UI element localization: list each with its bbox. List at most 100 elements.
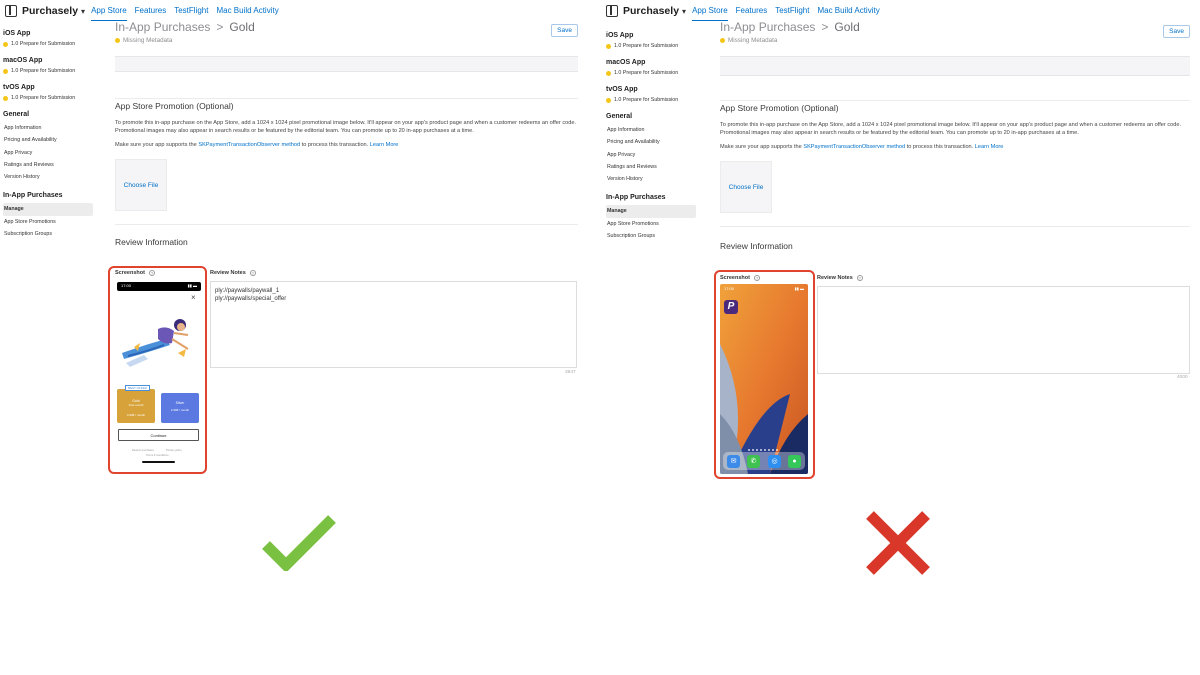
sidebar-heading-ios: iOS App: [606, 32, 634, 39]
sidebar-item-pricing[interactable]: Pricing and Availability: [606, 136, 696, 148]
status-dot-icon: [3, 41, 8, 47]
app-switcher-name[interactable]: Purchasely: [623, 5, 679, 17]
sidebar-item-tvos-version[interactable]: 1.0 Prepare for Submission: [606, 97, 696, 103]
sidebar-item-ios-version[interactable]: 1.0 Prepare for Submission: [3, 41, 93, 47]
breadcrumb-parent[interactable]: In-App Purchases: [115, 20, 210, 34]
sidebar-item-app-store-promotions[interactable]: App Store Promotions: [3, 216, 93, 228]
promotion-description: To promote this in-app purchase on the A…: [115, 120, 577, 134]
screenshot-highlight-frame: [108, 266, 207, 474]
sidebar-item-app-information[interactable]: App Information: [3, 122, 93, 134]
support-suffix: to process this transaction.: [906, 144, 974, 150]
choose-file-button[interactable]: Choose File: [720, 161, 772, 213]
status-dot-icon: [720, 38, 725, 43]
sidebar-item-subscription-groups[interactable]: Subscription Groups: [3, 228, 93, 240]
cross-mark-icon: [866, 511, 930, 575]
help-icon[interactable]: ?: [856, 275, 863, 281]
sidebar-item-version-history[interactable]: Version History: [606, 173, 696, 185]
divider: [115, 98, 578, 99]
sidebar-item-label: 1.0 Prepare for Submission: [11, 68, 76, 74]
sidebar-heading-iap: In-App Purchases: [3, 192, 63, 200]
example-wrong-panel: Purchasely ▾ App Store Features TestFlig…: [601, 0, 1200, 500]
character-counter: 3947: [565, 370, 576, 375]
chevron-down-icon[interactable]: ▾: [682, 7, 686, 16]
review-notes-label-text: Review Notes: [210, 270, 246, 276]
main-content: In-App Purchases > Gold Save Missing Met…: [720, 20, 1190, 251]
promotion-description: To promote this in-app purchase on the A…: [720, 122, 1182, 136]
tab-mac-build-activity[interactable]: Mac Build Activity: [817, 2, 879, 21]
app-store-connect-logo-icon: [5, 5, 17, 17]
sidebar-item-manage[interactable]: Manage: [606, 205, 696, 218]
status-dot-icon: [3, 68, 8, 74]
tab-app-store[interactable]: App Store: [91, 2, 127, 21]
status-text: Missing Metadata: [123, 37, 173, 44]
sidebar-item-app-privacy[interactable]: App Privacy: [3, 147, 93, 159]
sidebar-item-manage[interactable]: Manage: [3, 203, 93, 216]
sidebar-item-pricing[interactable]: Pricing and Availability: [3, 134, 93, 146]
review-notes-label-text: Review Notes: [817, 275, 853, 281]
page-title: Gold: [834, 20, 860, 34]
sidebar-item-ratings[interactable]: Ratings and Reviews: [606, 161, 696, 173]
review-notes-textarea[interactable]: [817, 286, 1190, 374]
screenshot-highlight-frame: [714, 270, 815, 479]
review-notes-label: Review Notes?: [817, 275, 863, 281]
promotion-support-note: Make sure your app supports the SKPaymen…: [720, 143, 1190, 151]
notes-line: ply://paywalls/paywall_1: [215, 288, 280, 294]
sidebar-item-app-privacy[interactable]: App Privacy: [606, 149, 696, 161]
choose-file-button[interactable]: Choose File: [115, 159, 167, 211]
support-suffix: to process this transaction.: [301, 142, 369, 148]
sidebar-heading-iap: In-App Purchases: [606, 194, 666, 202]
main-content: In-App Purchases > Gold Save Missing Met…: [115, 20, 578, 247]
status-text: Missing Metadata: [728, 37, 778, 44]
help-icon[interactable]: ?: [249, 270, 256, 276]
sidebar-heading-tvos: tvOS App: [3, 84, 35, 91]
character-counter: 4000: [1177, 375, 1188, 380]
save-button[interactable]: Save: [551, 24, 578, 37]
breadcrumb: In-App Purchases > Gold: [115, 20, 578, 34]
check-mark-icon: [262, 515, 336, 571]
page-title: Gold: [229, 20, 255, 34]
sidebar-item-macos-version[interactable]: 1.0 Prepare for Submission: [606, 70, 696, 76]
learn-more-link[interactable]: Learn More: [975, 144, 1004, 150]
tab-features[interactable]: Features: [135, 2, 167, 21]
sidebar-item-app-information[interactable]: App Information: [606, 124, 696, 136]
sidebar-item-ios-version[interactable]: 1.0 Prepare for Submission: [606, 43, 696, 49]
save-button[interactable]: Save: [1163, 25, 1190, 38]
tab-app-store[interactable]: App Store: [692, 2, 728, 21]
promotion-title: App Store Promotion (Optional): [115, 101, 234, 111]
sidebar: iOS App 1.0 Prepare for Submission macOS…: [606, 32, 696, 242]
learn-more-link[interactable]: Learn More: [370, 142, 399, 148]
sidebar-heading-macos: macOS App: [606, 59, 646, 66]
notes-line: ply://paywalls/special_offer: [215, 296, 287, 302]
breadcrumb-parent[interactable]: In-App Purchases: [720, 20, 815, 34]
tab-testflight[interactable]: TestFlight: [775, 2, 809, 21]
app-switcher-name[interactable]: Purchasely: [22, 5, 78, 17]
status-dot-icon: [115, 38, 120, 43]
review-title: Review Information: [115, 237, 188, 247]
metadata-strip: [720, 56, 1190, 76]
sidebar-item-label: 1.0 Prepare for Submission: [614, 43, 679, 49]
skpayment-link[interactable]: SKPaymentTransactionObserver method: [803, 144, 905, 150]
skpayment-link[interactable]: SKPaymentTransactionObserver method: [198, 142, 300, 148]
tab-features[interactable]: Features: [736, 2, 768, 21]
sidebar-item-macos-version[interactable]: 1.0 Prepare for Submission: [3, 68, 93, 74]
sidebar-heading-macos: macOS App: [3, 57, 43, 64]
sidebar-item-version-history[interactable]: Version History: [3, 171, 93, 183]
breadcrumb-separator: >: [821, 20, 829, 34]
tab-testflight[interactable]: TestFlight: [174, 2, 208, 21]
status-dot-icon: [606, 43, 611, 49]
promotion-support-note: Make sure your app supports the SKPaymen…: [115, 141, 578, 149]
sidebar-item-label: 1.0 Prepare for Submission: [11, 95, 76, 101]
status-dot-icon: [3, 95, 8, 101]
top-nav-tabs: App Store Features TestFlight Mac Build …: [91, 2, 287, 21]
sidebar-item-tvos-version[interactable]: 1.0 Prepare for Submission: [3, 95, 93, 101]
status-dot-icon: [606, 97, 611, 103]
sidebar-item-label: 1.0 Prepare for Submission: [614, 70, 679, 76]
chevron-down-icon[interactable]: ▾: [81, 7, 85, 16]
review-notes-textarea[interactable]: ply://paywalls/paywall_1 ply://paywalls/…: [210, 281, 577, 368]
sidebar-item-label: 1.0 Prepare for Submission: [11, 41, 76, 47]
sidebar-item-app-store-promotions[interactable]: App Store Promotions: [606, 218, 696, 230]
tab-mac-build-activity[interactable]: Mac Build Activity: [216, 2, 278, 21]
review-title: Review Information: [720, 241, 793, 251]
sidebar-item-ratings[interactable]: Ratings and Reviews: [3, 159, 93, 171]
sidebar-item-subscription-groups[interactable]: Subscription Groups: [606, 230, 696, 242]
